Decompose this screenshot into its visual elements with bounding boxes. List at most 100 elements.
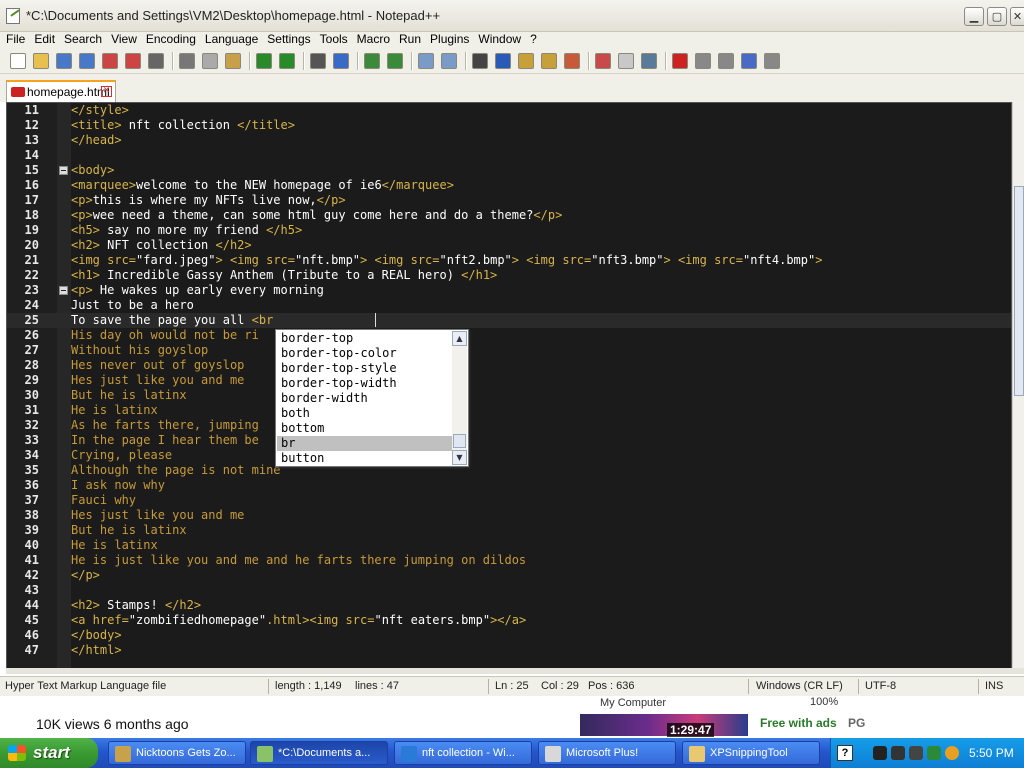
code-line[interactable]: 22 <h1> Incredible Gassy Anthem (Tribute … (7, 268, 1011, 283)
code-line[interactable]: 43 (7, 583, 1011, 598)
show-all-chars-icon[interactable] (495, 53, 511, 69)
fold-toggle-icon[interactable] (59, 286, 68, 295)
monitoring-icon[interactable] (641, 53, 657, 69)
code-line[interactable]: 16 <marquee>welcome to the NEW homepage o… (7, 178, 1011, 193)
code-line[interactable]: 41 He is just like you and me and he fart… (7, 553, 1011, 568)
code-line[interactable]: 38 Hes just like you and me (7, 508, 1011, 523)
code-editor[interactable]: 11 </style> 12 <title> nft collection </tit… (6, 102, 1012, 670)
autocomplete-item[interactable]: button (277, 451, 452, 466)
code-text[interactable]: I ask now why (71, 478, 165, 493)
replace-icon[interactable] (333, 53, 349, 69)
code-line[interactable]: 36 I ask now why (7, 478, 1011, 493)
sync-vertical-icon[interactable] (418, 53, 434, 69)
taskbar-button[interactable]: Microsoft Plus! (538, 741, 676, 765)
code-line[interactable]: 37 Fauci why (7, 493, 1011, 508)
code-text[interactable]: Without his goyslop (71, 343, 208, 358)
code-line[interactable]: 35 Although the page is not mine (7, 463, 1011, 478)
run-macro-multiple-icon[interactable] (741, 53, 757, 69)
code-line[interactable]: 15 <body> (7, 163, 1011, 178)
code-text[interactable]: As he farts there, jumping (71, 418, 259, 433)
code-text[interactable]: Just to be a hero (71, 298, 194, 313)
tray-app-icon[interactable] (909, 746, 923, 760)
find-icon[interactable] (310, 53, 326, 69)
autocomplete-scrollbar[interactable]: ▲ ▼ (452, 331, 467, 465)
menu-language[interactable]: Language (202, 32, 261, 46)
help-icon[interactable]: ? (837, 745, 853, 761)
tray-app-icon[interactable] (873, 746, 887, 760)
code-text[interactable]: </p> (71, 568, 100, 583)
menu-encoding[interactable]: Encoding (143, 32, 199, 46)
code-line[interactable]: 29 Hes just like you and me (7, 373, 1011, 388)
taskbar-button[interactable]: nft collection - Wi... (394, 741, 532, 765)
code-text[interactable]: Fauci why (71, 493, 136, 508)
menu-macro[interactable]: Macro (354, 32, 393, 46)
code-line[interactable]: 28 Hes never out of goyslop (7, 358, 1011, 373)
code-line[interactable]: 17 <p>this is where my NFTs live now,</p> (7, 193, 1011, 208)
code-line[interactable]: 11 </style> (7, 103, 1011, 118)
status-eol[interactable]: Windows (CR LF) (756, 680, 843, 692)
autocomplete-item[interactable]: border-top (277, 331, 452, 346)
scroll-up-icon[interactable]: ▲ (452, 331, 467, 346)
code-line[interactable]: 34 Crying, please (7, 448, 1011, 463)
code-text[interactable]: Hes never out of goyslop (71, 358, 244, 373)
code-line[interactable]: 42 </p> (7, 568, 1011, 583)
print-icon[interactable] (148, 53, 164, 69)
code-line[interactable]: 46 </body> (7, 628, 1011, 643)
menu-settings[interactable]: Settings (264, 32, 313, 46)
search-icon[interactable] (945, 746, 959, 760)
code-text[interactable]: </body> (71, 628, 122, 643)
maximize-button[interactable]: ▢ (987, 7, 1007, 26)
code-text[interactable]: He is just like you and me and he farts … (71, 553, 526, 568)
code-text[interactable]: </style> (71, 103, 129, 118)
autocomplete-item[interactable]: border-width (277, 391, 452, 406)
tab-homepage[interactable]: homepage.html ✕ (6, 80, 116, 102)
code-text[interactable]: <h1> Incredible Gassy Anthem (Tribute to… (71, 268, 497, 283)
tray-app-icon[interactable] (927, 746, 941, 760)
code-line[interactable]: 21 <img src="fard.jpeg"> <img src="nft.bm… (7, 253, 1011, 268)
code-text[interactable]: <p>wee need a theme, can some html guy c… (71, 208, 562, 223)
start-button[interactable]: start (0, 738, 98, 768)
taskbar-button[interactable]: Nicktoons Gets Zo... (108, 741, 246, 765)
autocomplete-scroll-thumb[interactable] (453, 434, 466, 448)
code-text[interactable]: <p>this is where my NFTs live now,</p> (71, 193, 346, 208)
code-line[interactable]: 23 <p> He wakes up early every morning (7, 283, 1011, 298)
code-text[interactable]: <marquee>welcome to the NEW homepage of … (71, 178, 454, 193)
zoom-out-icon[interactable] (387, 53, 403, 69)
code-text[interactable]: <img src="fard.jpeg"> <img src="nft.bmp"… (71, 253, 822, 268)
code-line[interactable]: 45 <a href="zombifiedhomepage".html><img … (7, 613, 1011, 628)
autocomplete-item[interactable]: both (277, 406, 452, 421)
record-macro-icon[interactable] (672, 53, 688, 69)
scroll-down-icon[interactable]: ▼ (452, 450, 467, 465)
code-text[interactable]: He is latinx (71, 538, 158, 553)
title-bar[interactable]: *C:\Documents and Settings\VM2\Desktop\h… (0, 0, 1024, 32)
code-text[interactable]: <a href="zombifiedhomepage".html><img sr… (71, 613, 526, 628)
code-text[interactable]: He is latinx (71, 403, 158, 418)
menu-window[interactable]: Window (475, 32, 524, 46)
code-line[interactable]: 12 <title> nft collection </title> (7, 118, 1011, 133)
menu-run[interactable]: Run (396, 32, 424, 46)
autocomplete-item[interactable]: br (277, 436, 452, 451)
vertical-scroll-thumb[interactable] (1014, 186, 1024, 396)
stop-macro-icon[interactable] (695, 53, 711, 69)
tab-close-icon[interactable]: ✕ (101, 86, 112, 97)
code-text[interactable]: Crying, please (71, 448, 172, 463)
open-file-icon[interactable] (33, 53, 49, 69)
paste-icon[interactable] (225, 53, 241, 69)
autocomplete-item[interactable]: border-top-style (277, 361, 452, 376)
autocomplete-item[interactable]: bottom (277, 421, 452, 436)
autocomplete-item[interactable]: border-top-width (277, 376, 452, 391)
autocomplete-list[interactable]: border-top border-top-color border-top-sty… (277, 331, 452, 466)
code-text[interactable]: Hes just like you and me (71, 373, 244, 388)
word-wrap-icon[interactable] (472, 53, 488, 69)
current-code-line[interactable]: 25 To save the page you all <br (7, 313, 1011, 328)
code-text[interactable]: But he is latinx (71, 523, 187, 538)
video-thumbnail[interactable] (580, 714, 748, 736)
new-file-icon[interactable] (10, 53, 26, 69)
code-line[interactable]: 32 As he farts there, jumping (7, 418, 1011, 433)
fold-toggle-icon[interactable] (59, 166, 68, 175)
code-text[interactable]: <h2> NFT collection </h2> (71, 238, 252, 253)
close-icon[interactable] (102, 53, 118, 69)
code-text[interactable]: <p> He wakes up early every morning (71, 283, 324, 298)
sync-horizontal-icon[interactable] (441, 53, 457, 69)
code-text[interactable]: <h5> say no more my friend </h5> (71, 223, 302, 238)
